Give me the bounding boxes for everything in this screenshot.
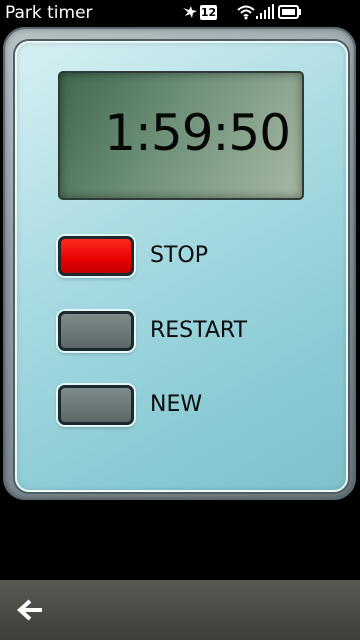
app-title: Park timer [5,3,93,23]
restart-button[interactable] [58,311,134,351]
notification-count-badge: 12 [200,5,217,20]
timer-time: 1:59:50 [104,104,291,162]
screen: Park timer 12 1:59:50 STOP RESTART NEW [0,0,360,640]
battery-icon [278,5,301,19]
new-button[interactable] [58,385,134,425]
back-arrow-icon[interactable] [12,594,48,626]
stop-row: STOP [58,236,318,278]
stop-button[interactable] [58,236,134,276]
signal-strength-icon [256,4,274,19]
wifi-icon [237,5,255,20]
status-bar: Park timer 12 [0,0,360,26]
restart-row: RESTART [58,311,318,353]
bottom-navigation-bar [0,580,360,640]
restart-label: RESTART [150,318,248,343]
new-label: NEW [150,392,203,417]
stop-label: STOP [150,243,208,268]
timer-lcd-display: 1:59:50 [58,71,304,200]
twitter-bird-icon [183,6,197,18]
new-row: NEW [58,385,318,427]
